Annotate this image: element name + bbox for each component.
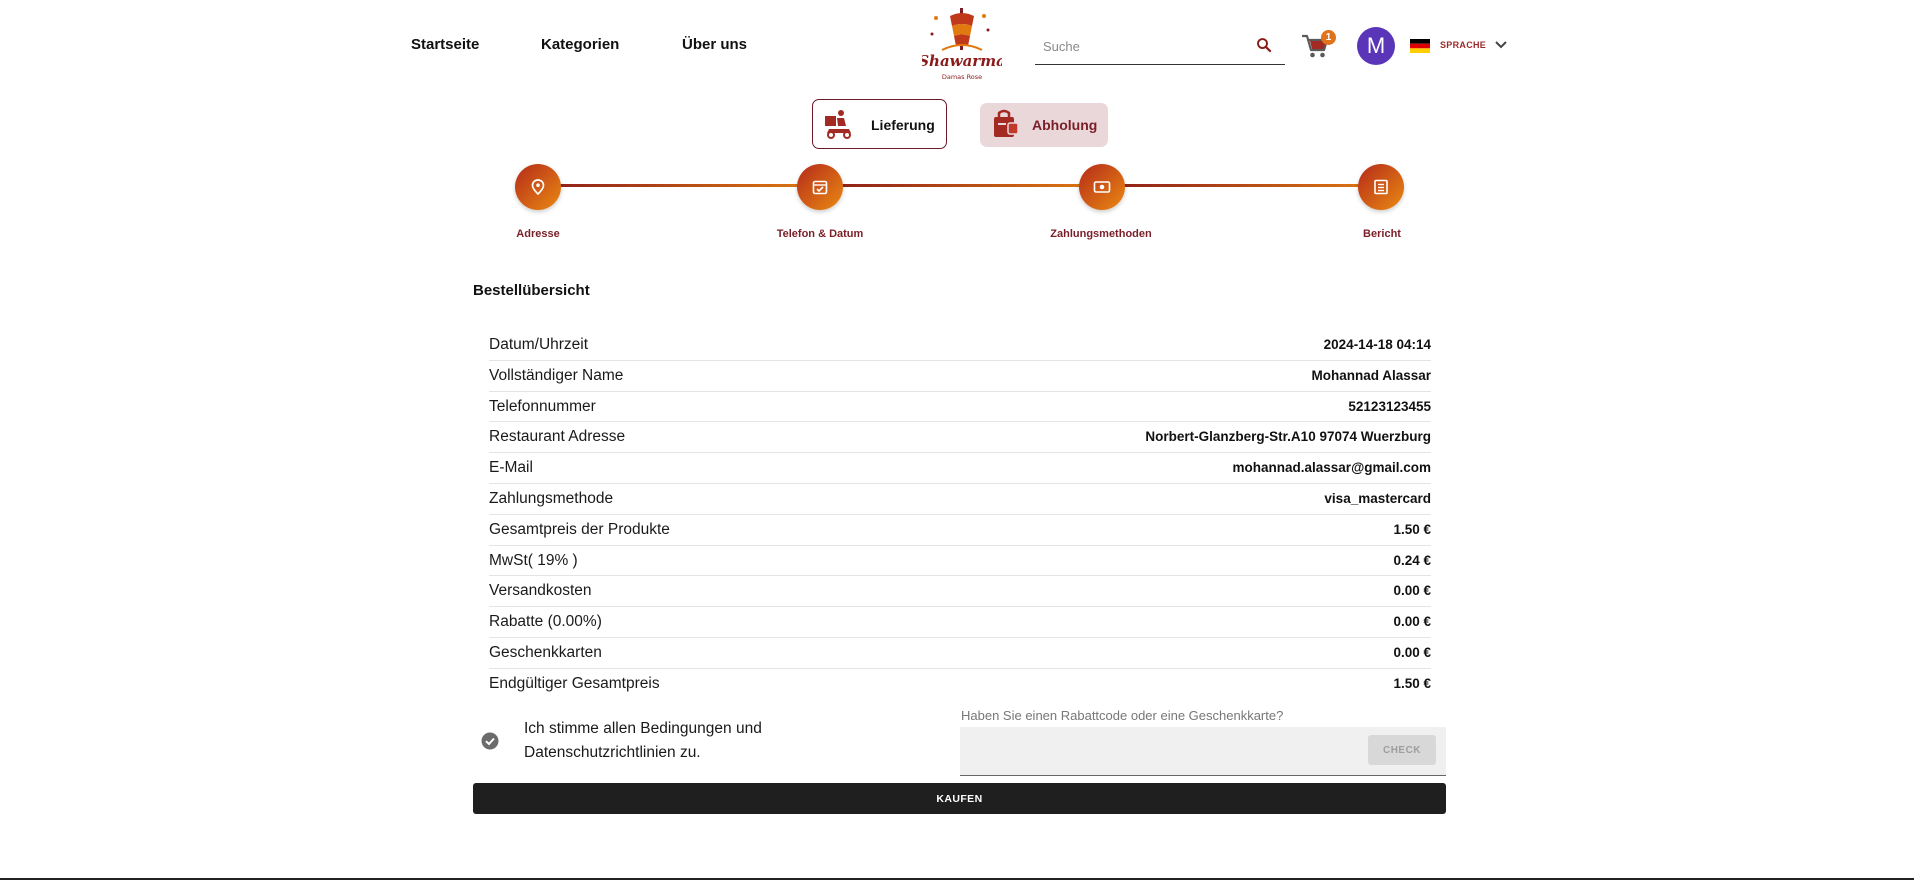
coupon-label: Haben Sie einen Rabattcode oder eine Ges… <box>961 708 1284 723</box>
nav-about[interactable]: Über uns <box>682 36 747 53</box>
summary-row-gift-cards: Geschenkkarten 0.00 € <box>489 638 1431 669</box>
summary-label: Endgültiger Gesamtpreis <box>489 674 660 692</box>
summary-label: Datum/Uhrzeit <box>489 336 589 353</box>
step-phone-date[interactable] <box>797 164 843 210</box>
terms-checkbox[interactable] <box>481 732 499 750</box>
step-address[interactable] <box>515 164 561 210</box>
terms-label: Ich stimme allen Bedingungen und Datensc… <box>524 720 762 761</box>
search-input[interactable] <box>1041 34 1255 58</box>
search-bar <box>1035 28 1285 65</box>
summary-value: Norbert-Glanzberg-Str.A10 97074 Wuerzbur… <box>1145 429 1431 445</box>
location-pin-icon <box>531 179 545 196</box>
step-connector <box>538 184 820 187</box>
search-icon[interactable] <box>1255 36 1273 54</box>
summary-value: 0.00 € <box>1393 644 1431 660</box>
step-label-payment: Zahlungsmethoden <box>1050 228 1152 240</box>
order-summary-table: Datum/Uhrzeit 2024-14-18 04:14 Vollständ… <box>489 330 1431 699</box>
summary-label: Zahlungsmethode <box>489 489 614 507</box>
summary-label: Gesamtpreis der Produkte <box>489 520 670 538</box>
summary-row-payment-method: Zahlungsmethode visa_mastercard <box>489 484 1431 515</box>
chevron-down-icon[interactable] <box>1494 39 1508 51</box>
summary-label: Restaurant Adresse <box>489 428 626 446</box>
brand-logo[interactable]: Shawarma Damas Rose <box>918 6 1006 84</box>
step-payment-methods[interactable] <box>1079 164 1125 210</box>
summary-label: MwSt( 19% ) <box>489 551 578 569</box>
summary-value: 0.00 € <box>1393 614 1431 630</box>
summary-row-final-total: Endgültiger Gesamtpreis 1.50 € <box>489 669 1431 699</box>
svg-text:Shawarma: Shawarma <box>922 52 1002 70</box>
coupon-field: CHECK <box>960 727 1446 776</box>
summary-row-vat: MwSt( 19% ) 0.24 € <box>489 546 1431 577</box>
delivery-mode-label: Lieferung <box>871 117 935 133</box>
order-summary-title: Bestellübersicht <box>473 282 590 299</box>
summary-value: 2024-14-18 04:14 <box>1323 337 1431 352</box>
step-label-phone-date: Telefon & Datum <box>776 228 864 240</box>
coupon-input[interactable] <box>970 739 1314 765</box>
summary-value: Mohannad Alassar <box>1311 367 1431 383</box>
summary-row-phone: Telefonnummer 52123123455 <box>489 392 1431 423</box>
shawarma-logo-icon: Shawarma Damas Rose <box>918 8 1006 81</box>
summary-value: mohannad.alassar@gmail.com <box>1232 460 1431 476</box>
buy-button[interactable]: KAUFEN <box>473 783 1446 814</box>
summary-row-discounts: Rabatte (0.00%) 0.00 € <box>489 607 1431 638</box>
de-flag-icon[interactable] <box>1410 39 1430 53</box>
cash-payment-icon <box>1093 181 1111 193</box>
pickup-mode-label: Abholung <box>1032 117 1098 133</box>
nav-home[interactable]: Startseite <box>411 36 479 53</box>
nav-categories[interactable]: Kategorien <box>541 36 619 53</box>
step-label-address: Adresse <box>516 228 560 240</box>
summary-value: 1.50 € <box>1393 675 1431 691</box>
delivery-mode-button[interactable]: Lieferung <box>812 99 947 149</box>
step-report[interactable] <box>1358 164 1404 210</box>
step-connector <box>1102 184 1384 187</box>
summary-label: Telefonnummer <box>489 397 596 415</box>
summary-label: Versandkosten <box>489 582 592 600</box>
svg-text:Damas Rose: Damas Rose <box>942 73 982 81</box>
summary-value: 1.50 € <box>1393 521 1431 537</box>
calendar-check-icon <box>812 180 828 195</box>
summary-value: 0.00 € <box>1393 583 1431 599</box>
cart-button[interactable]: 1 <box>1300 30 1336 62</box>
step-connector <box>820 184 1102 187</box>
user-avatar[interactable]: M <box>1357 27 1395 65</box>
summary-value: 52123123455 <box>1348 398 1431 414</box>
delivery-scooter-icon <box>825 110 851 139</box>
summary-value: visa_mastercard <box>1324 490 1431 506</box>
check-coupon-button[interactable]: CHECK <box>1368 735 1436 765</box>
report-list-icon <box>1374 179 1388 195</box>
summary-label: Rabatte (0.00%) <box>489 613 602 631</box>
pickup-mode-button[interactable]: Abholung <box>980 103 1108 147</box>
summary-row-products-total: Gesamtpreis der Produkte 1.50 € <box>489 515 1431 546</box>
summary-row-shipping: Versandkosten 0.00 € <box>489 576 1431 608</box>
summary-row-full-name: Vollständiger Name Mohannad Alassar <box>489 361 1431 392</box>
pickup-bag-icon <box>994 109 1019 137</box>
summary-label: Geschenkkarten <box>489 643 602 661</box>
step-label-report: Bericht <box>1363 228 1401 240</box>
summary-value: 0.24 € <box>1393 552 1431 568</box>
language-selector-label[interactable]: SPRACHE <box>1440 40 1486 50</box>
summary-row-datetime: Datum/Uhrzeit 2024-14-18 04:14 <box>489 330 1431 361</box>
summary-row-restaurant-address: Restaurant Adresse Norbert-Glanzberg-Str… <box>489 422 1431 454</box>
summary-label: Vollständiger Name <box>489 366 624 384</box>
summary-row-email: E-Mail mohannad.alassar@gmail.com <box>489 453 1431 484</box>
cart-count-badge: 1 <box>1321 30 1336 45</box>
summary-label: E-Mail <box>489 459 533 477</box>
